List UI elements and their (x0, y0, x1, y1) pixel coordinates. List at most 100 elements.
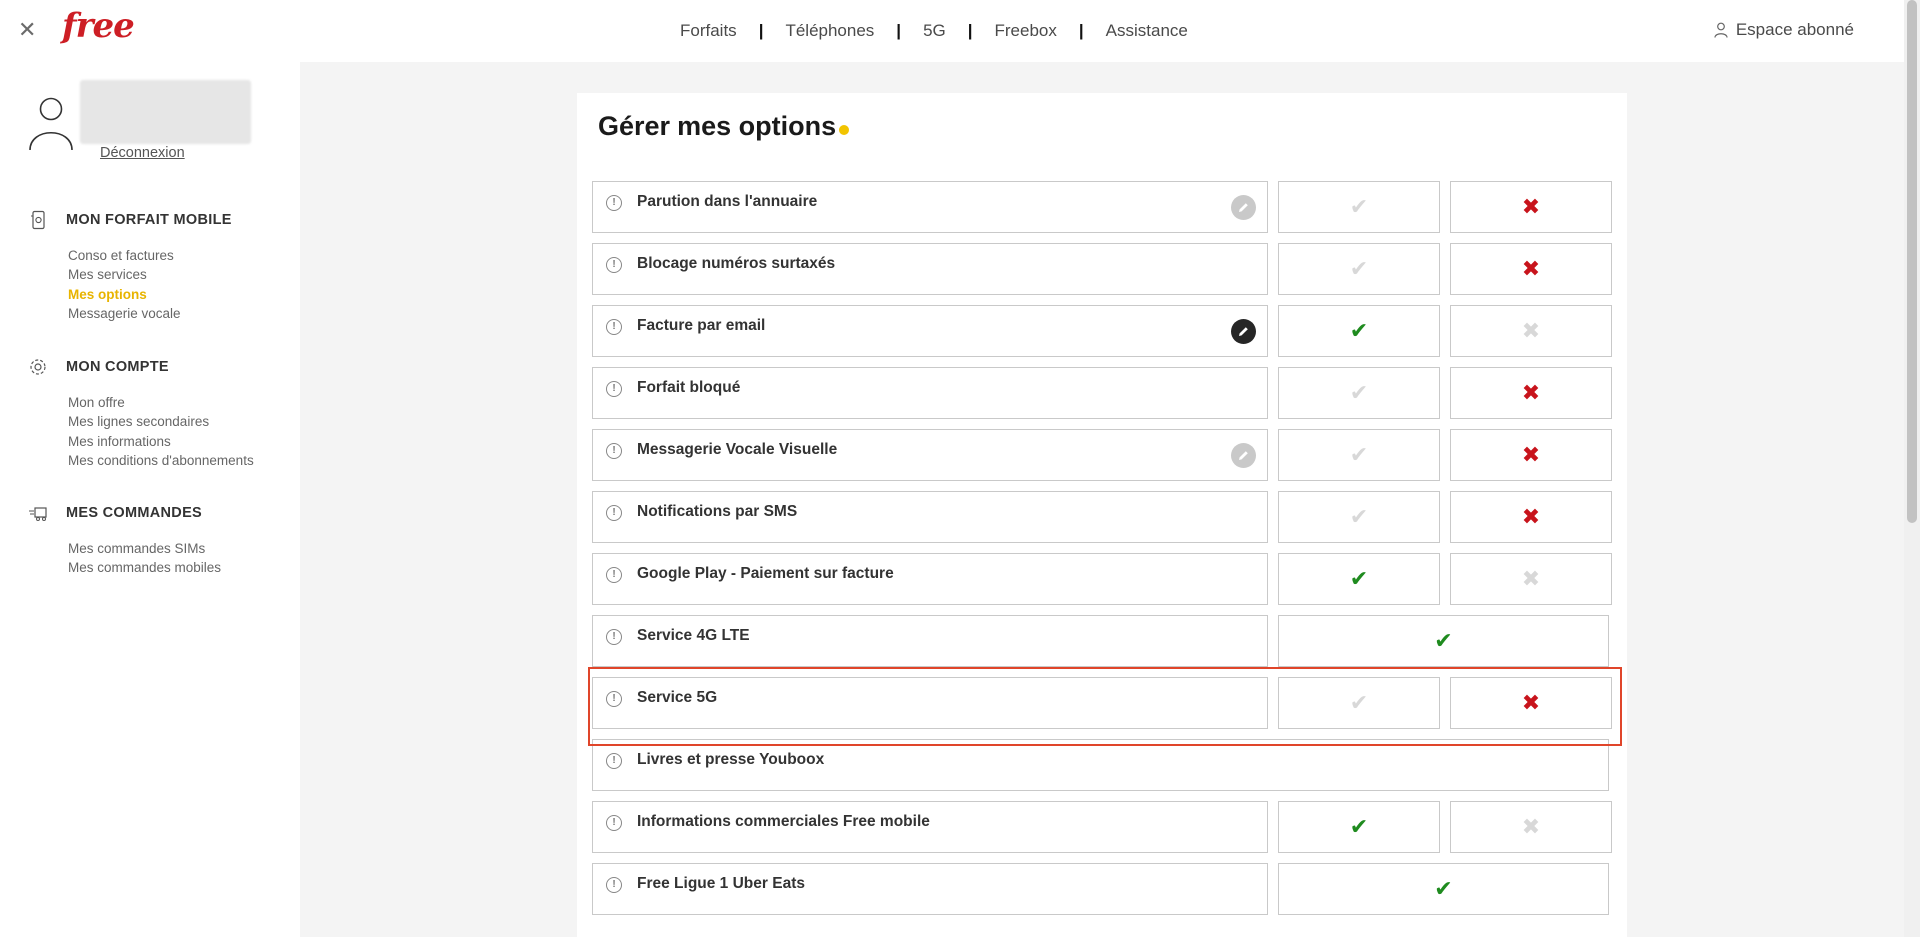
nav-freebox[interactable]: Freebox (995, 21, 1057, 41)
info-icon[interactable]: ! (606, 443, 622, 459)
activate-button[interactable]: ✔ (1278, 677, 1440, 729)
sidebar-item-mon-offre[interactable]: Mon offre (68, 393, 254, 412)
option-label: Google Play - Paiement sur facture (637, 565, 894, 582)
check-icon: ✔ (1349, 380, 1369, 405)
check-icon: ✔ (1349, 318, 1369, 343)
info-icon[interactable]: ! (606, 319, 622, 335)
sidebar-item-conditions[interactable]: Mes conditions d'abonnements (68, 451, 254, 470)
deactivate-button[interactable]: ✖ (1450, 181, 1612, 233)
option-name-box: ! Messagerie Vocale Visuelle (592, 429, 1268, 481)
activate-button[interactable]: ✔ (1278, 243, 1440, 295)
sidebar-item-mes-services[interactable]: Mes services (68, 265, 232, 284)
deactivate-button[interactable]: ✖ (1450, 491, 1612, 543)
sidebar-item-commandes-mobiles[interactable]: Mes commandes mobiles (68, 558, 221, 577)
activate-button[interactable]: ✔ (1278, 429, 1440, 481)
info-icon[interactable]: ! (606, 505, 622, 521)
option-label: Livres et presse Youboox (637, 751, 825, 768)
nav-separator: | (967, 21, 973, 40)
option-name-box: ! Service 4G LTE (592, 615, 1268, 667)
account-label: Espace abonné (1735, 20, 1854, 39)
option-label: Blocage numéros surtaxés (637, 255, 836, 272)
info-icon[interactable]: ! (606, 877, 622, 893)
deactivate-button[interactable]: ✖ (1450, 429, 1612, 481)
nav-telephones[interactable]: Téléphones (785, 21, 874, 41)
nav-assistance[interactable]: Assistance (1106, 21, 1188, 41)
info-icon[interactable]: ! (606, 691, 622, 707)
activate-button[interactable]: ✔ (1278, 181, 1440, 233)
section-title: MON FORFAIT MOBILE (66, 212, 232, 228)
info-icon[interactable]: ! (606, 381, 622, 397)
logout-link[interactable]: Déconnexion (100, 145, 185, 161)
activated-indicator[interactable]: ✔ (1278, 615, 1609, 667)
scrollbar-thumb[interactable] (1907, 0, 1917, 523)
info-icon[interactable]: ! (606, 753, 622, 769)
section-mes-commandes: MES COMMANDES Mes commandes SIMs Mes com… (28, 503, 221, 578)
option-label: Notifications par SMS (637, 503, 798, 520)
section-title: MES COMMANDES (66, 505, 203, 521)
check-icon: ✔ (1349, 566, 1369, 591)
option-label: Forfait bloqué (637, 379, 741, 396)
cross-icon: ✖ (1521, 690, 1541, 715)
nav-separator: | (758, 21, 764, 40)
nav-forfaits[interactable]: Forfaits (680, 21, 737, 41)
nav-separator: | (1078, 21, 1084, 40)
deactivate-button[interactable]: ✖ (1450, 305, 1612, 357)
sidebar-item-mes-informations[interactable]: Mes informations (68, 432, 254, 451)
activate-button[interactable]: ✔ (1278, 553, 1440, 605)
option-name-box: ! Forfait bloqué (592, 367, 1268, 419)
edit-pencil-icon[interactable] (1231, 195, 1256, 220)
deactivate-button[interactable]: ✖ (1450, 801, 1612, 853)
info-icon[interactable]: ! (606, 257, 622, 273)
sidebar-item-lignes-secondaires[interactable]: Mes lignes secondaires (68, 412, 254, 431)
top-bar: ✕ free Forfaits | Téléphones | 5G | Free… (0, 0, 1904, 62)
check-icon: ✔ (1349, 256, 1369, 281)
check-icon: ✔ (1434, 876, 1453, 901)
cross-icon: ✖ (1521, 380, 1541, 405)
profile-name-redacted (80, 80, 251, 144)
activate-button[interactable]: ✔ (1278, 801, 1440, 853)
deactivate-button[interactable]: ✖ (1450, 243, 1612, 295)
info-icon[interactable]: ! (606, 567, 622, 583)
activated-indicator[interactable]: ✔ (1278, 863, 1609, 915)
info-icon[interactable]: ! (606, 195, 622, 211)
option-label: Facture par email (637, 317, 766, 334)
cross-icon: ✖ (1521, 256, 1541, 281)
activate-button[interactable]: ✔ (1278, 305, 1440, 357)
gear-icon (30, 359, 46, 375)
edit-pencil-icon[interactable] (1231, 319, 1256, 344)
info-icon[interactable]: ! (606, 629, 622, 645)
deactivate-button[interactable]: ✖ (1450, 367, 1612, 419)
sidebar-item-conso-factures[interactable]: Conso et factures (68, 246, 232, 265)
activate-button[interactable]: ✔ (1278, 367, 1440, 419)
option-name-box: ! Facture par email (592, 305, 1268, 357)
sidebar-item-messagerie-vocale[interactable]: Messagerie vocale (68, 304, 232, 323)
check-icon: ✔ (1349, 814, 1369, 839)
check-icon: ✔ (1349, 690, 1369, 715)
close-icon[interactable]: ✕ (18, 18, 36, 42)
deactivate-button[interactable]: ✖ (1450, 553, 1612, 605)
option-label: Service 4G LTE (637, 627, 750, 644)
account-link[interactable]: Espace abonné (1714, 20, 1854, 40)
option-label: Parution dans l'annuaire (637, 193, 818, 210)
cross-icon: ✖ (1521, 318, 1541, 343)
option-name-box: ! Blocage numéros surtaxés (592, 243, 1268, 295)
sidebar-item-commandes-sims[interactable]: Mes commandes SIMs (68, 539, 221, 558)
scrollbar[interactable] (1904, 0, 1920, 937)
section-mon-forfait-mobile: MON FORFAIT MOBILE Conso et factures Mes… (28, 210, 232, 323)
sidebar-item-mes-options[interactable]: Mes options (68, 285, 232, 304)
free-logo[interactable]: free (62, 6, 135, 46)
cross-icon: ✖ (1521, 194, 1541, 219)
activate-button[interactable]: ✔ (1278, 491, 1440, 543)
option-label: Service 5G (637, 689, 718, 706)
edit-pencil-icon[interactable] (1231, 443, 1256, 468)
deactivate-button[interactable]: ✖ (1450, 677, 1612, 729)
option-name-box: ! Google Play - Paiement sur facture (592, 553, 1268, 605)
option-name-box: ! Informations commerciales Free mobile (592, 801, 1268, 853)
cross-icon: ✖ (1521, 504, 1541, 529)
nav-separator: | (896, 21, 902, 40)
user-icon (1714, 22, 1728, 38)
option-label: Free Ligue 1 Uber Eats (637, 875, 805, 892)
page-title: Gérer mes options (598, 111, 850, 142)
info-icon[interactable]: ! (606, 815, 622, 831)
nav-5g[interactable]: 5G (923, 21, 946, 41)
